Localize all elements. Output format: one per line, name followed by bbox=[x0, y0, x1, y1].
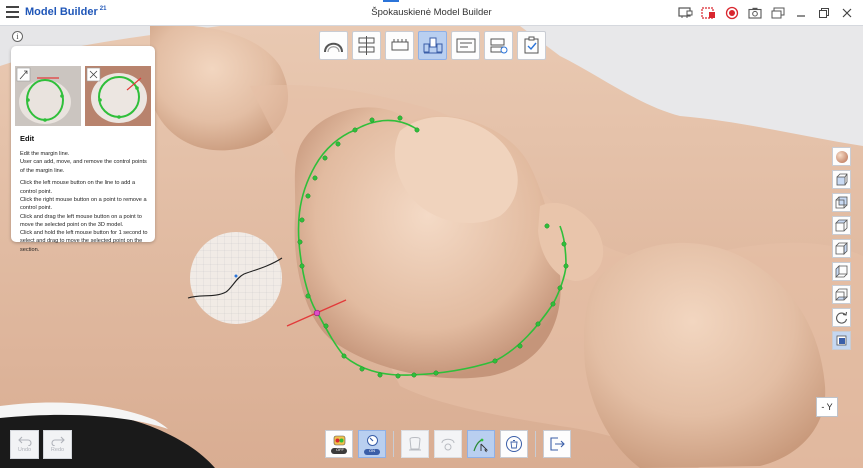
occlusion-tool-button[interactable] bbox=[352, 31, 381, 60]
undo-redo-group: Undo Redo bbox=[10, 430, 72, 459]
close-icon[interactable] bbox=[838, 4, 855, 21]
model-base-tool-button[interactable] bbox=[385, 31, 414, 60]
cube-bottom-icon bbox=[835, 288, 848, 301]
undo-icon bbox=[17, 436, 31, 446]
help-paragraph-instructions: Click the left mouse button on the line … bbox=[20, 180, 148, 253]
die-icon bbox=[423, 37, 442, 54]
redo-icon bbox=[51, 436, 65, 446]
exit-step-button[interactable] bbox=[543, 430, 571, 458]
camera-icon[interactable] bbox=[746, 4, 763, 21]
cube-top-icon bbox=[835, 219, 848, 232]
redo-label: Redo bbox=[50, 447, 65, 453]
screen-capture-icon[interactable] bbox=[677, 4, 694, 21]
margin-detect-toggle[interactable]: ON bbox=[364, 448, 380, 455]
cube-front-icon bbox=[836, 173, 848, 186]
exit-icon bbox=[550, 437, 565, 451]
arch-tool-button[interactable] bbox=[319, 31, 348, 60]
transparency-icon bbox=[836, 335, 847, 346]
color-map-icon bbox=[333, 435, 345, 445]
help-thumbnails bbox=[15, 66, 151, 126]
arch-icon bbox=[324, 42, 343, 53]
reset-view-button[interactable] bbox=[832, 308, 851, 327]
toolbar-separator bbox=[393, 431, 394, 457]
auto-margin-button[interactable] bbox=[401, 430, 429, 458]
view-top-button[interactable] bbox=[832, 216, 851, 235]
help-image-edit-point bbox=[85, 66, 151, 126]
material-view-button[interactable] bbox=[832, 147, 851, 166]
cube-back-icon bbox=[835, 196, 848, 209]
title-bar: Model Builder 21 Špokauskienė Model Build… bbox=[0, 0, 863, 26]
delete-margin-button[interactable] bbox=[500, 430, 528, 458]
help-paragraph-intro: Edit the margin line. User can add, move… bbox=[20, 151, 147, 174]
trash-icon bbox=[506, 436, 522, 452]
toolbar-separator bbox=[535, 431, 536, 457]
color-map-toggle-button[interactable]: OFF bbox=[325, 430, 353, 458]
view-front-button[interactable] bbox=[832, 170, 851, 189]
margin-detect-icon bbox=[366, 434, 378, 446]
display-mode-icon[interactable] bbox=[769, 4, 786, 21]
smooth-tool-icon bbox=[441, 438, 455, 451]
help-image-add-point bbox=[15, 66, 81, 126]
rotate-reset-icon bbox=[836, 311, 848, 324]
view-bottom-button[interactable] bbox=[832, 285, 851, 304]
cube-left-icon bbox=[835, 265, 848, 278]
restore-icon[interactable] bbox=[815, 4, 832, 21]
transparency-toggle-button[interactable] bbox=[832, 331, 851, 350]
label-tool-button[interactable] bbox=[451, 31, 480, 60]
view-axis-label: - Y bbox=[816, 397, 838, 417]
help-body: Edit the margin line. User can add, move… bbox=[20, 150, 152, 259]
view-left-button[interactable] bbox=[832, 262, 851, 281]
edit-margin-button[interactable] bbox=[467, 430, 495, 458]
occlusion-icon bbox=[358, 36, 375, 55]
help-panel: Edit Edit the margin line. User can add,… bbox=[11, 46, 155, 253]
label-icon bbox=[456, 38, 475, 53]
margin-detect-toggle-button[interactable]: ON bbox=[358, 430, 386, 458]
finish-tool-button[interactable] bbox=[517, 31, 546, 60]
view-back-button[interactable] bbox=[832, 193, 851, 212]
help-title: Edit bbox=[20, 134, 35, 143]
record-icon[interactable] bbox=[723, 4, 740, 21]
checklist-icon bbox=[524, 36, 539, 54]
info-icon[interactable]: i bbox=[12, 31, 23, 42]
model-base-icon bbox=[391, 39, 408, 51]
view-right-button[interactable] bbox=[832, 239, 851, 258]
undo-label: Undo bbox=[17, 447, 32, 453]
title-accent bbox=[383, 0, 399, 2]
redo-button[interactable]: Redo bbox=[43, 430, 72, 459]
edit-toolbar: OFF ON bbox=[325, 430, 571, 458]
undo-button[interactable]: Undo bbox=[10, 430, 39, 459]
inspect-tool-button[interactable] bbox=[484, 31, 513, 60]
toggle-on-label: ON bbox=[369, 448, 375, 453]
minimize-icon[interactable] bbox=[792, 4, 809, 21]
material-sphere-icon bbox=[835, 150, 848, 163]
tooth-margin-icon bbox=[409, 437, 421, 451]
edit-margin-icon bbox=[473, 438, 489, 453]
window-controls bbox=[677, 4, 855, 21]
workflow-toolbar bbox=[319, 31, 546, 60]
color-map-toggle[interactable]: OFF bbox=[331, 447, 347, 454]
die-tool-button[interactable] bbox=[418, 31, 447, 60]
record-area-icon[interactable] bbox=[700, 4, 717, 21]
toggle-off-label: OFF bbox=[336, 447, 344, 452]
3d-viewport[interactable]: i Edit Edit the margin line. User can ad… bbox=[0, 26, 863, 468]
view-toolbar bbox=[832, 147, 851, 350]
section-point[interactable] bbox=[234, 274, 238, 278]
inspect-icon bbox=[490, 38, 507, 54]
smooth-margin-button[interactable] bbox=[434, 430, 462, 458]
cube-right-icon bbox=[835, 242, 848, 255]
selected-control-point[interactable] bbox=[313, 309, 321, 317]
